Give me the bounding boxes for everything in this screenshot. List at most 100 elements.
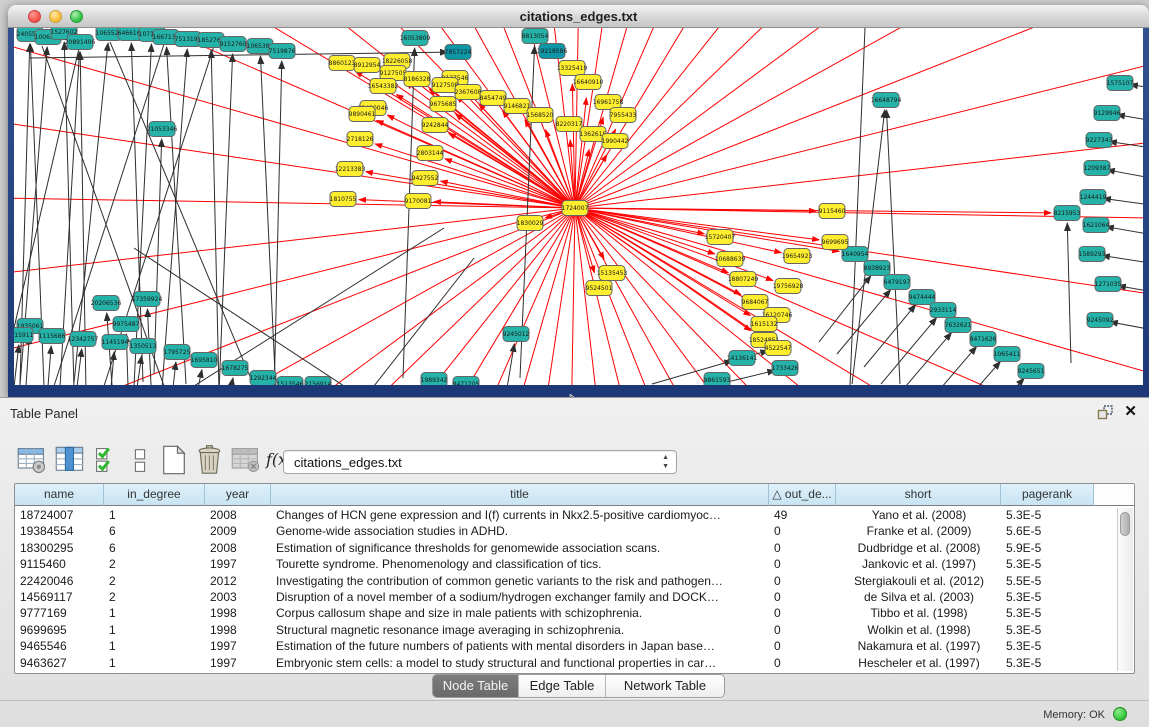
network-node[interactable]: 2803144 xyxy=(417,146,444,161)
network-node[interactable]: 8471626 xyxy=(970,332,997,347)
network-node[interactable]: 12342757 xyxy=(68,332,99,347)
table-row[interactable]: 1830029562008Estimation of significance … xyxy=(15,540,1134,556)
network-node[interactable]: 15135453 xyxy=(597,266,628,281)
network-node[interactable]: 1678275 xyxy=(222,361,249,376)
table-row[interactable]: 1938455462009Genome-wide association stu… xyxy=(15,523,1134,539)
network-node[interactable]: 9129946 xyxy=(1094,106,1121,121)
table-row[interactable]: 1872400712008Changes of HCN gene express… xyxy=(15,507,1134,523)
network-node[interactable]: 1209387 xyxy=(1084,161,1111,176)
network-node[interactable]: 1989342 xyxy=(421,373,448,386)
network-hub-node[interactable]: 1724007 xyxy=(562,201,589,216)
new-column-button[interactable] xyxy=(158,444,190,476)
network-node[interactable]: 16543382 xyxy=(368,79,399,94)
network-node[interactable]: 9242844 xyxy=(422,118,449,133)
network-node[interactable]: 8813054 xyxy=(522,29,549,44)
network-node[interactable]: 1513546 xyxy=(277,377,304,386)
table-row[interactable]: 946362711997Embryonic stem cells: a mode… xyxy=(15,655,1134,671)
network-node[interactable]: 14136141 xyxy=(727,351,758,366)
table-row[interactable]: 911546021997Tourette syndrome. Phenomeno… xyxy=(15,556,1134,572)
network-node[interactable]: 1115686 xyxy=(39,329,66,344)
network-node[interactable]: 13325419 xyxy=(557,61,588,76)
network-node[interactable]: 9152760 xyxy=(220,37,247,52)
network-node[interactable]: 15720407 xyxy=(705,230,736,245)
network-node[interactable]: 1244419 xyxy=(1080,190,1107,205)
tab-edge-table[interactable]: Edge Table xyxy=(519,675,606,697)
table-source-dropdown[interactable]: citations_edges.txt ▲▼ xyxy=(283,450,677,474)
network-node[interactable]: 16640910 xyxy=(573,75,604,90)
network-node[interactable]: 8938923 xyxy=(864,261,891,276)
network-node[interactable]: 1990442 xyxy=(602,134,629,149)
column-header-in-degree[interactable]: in_degree xyxy=(104,484,205,506)
table-row[interactable]: 946554611997Estimation of the future num… xyxy=(15,638,1134,654)
network-node[interactable]: 8912954 xyxy=(354,58,381,73)
network-node[interactable]: 10688639 xyxy=(715,252,746,267)
network-node[interactable]: 9699695 xyxy=(822,235,849,250)
network-node[interactable]: 3915911 xyxy=(14,328,34,343)
network-node[interactable]: 19218586 xyxy=(537,44,568,59)
table-mode-button[interactable] xyxy=(16,444,48,476)
network-node[interactable]: 4522547 xyxy=(765,341,792,356)
network-node[interactable]: 21053346 xyxy=(147,122,178,137)
network-node[interactable]: 1795725 xyxy=(164,345,191,360)
network-node[interactable]: 2933114 xyxy=(930,303,957,318)
network-node[interactable]: 2156914 xyxy=(305,377,332,386)
table-row[interactable]: 977716911998Corpus callosum shape and si… xyxy=(15,605,1134,621)
table-row[interactable]: 2242004622012Investigating the contribut… xyxy=(15,573,1134,589)
network-node[interactable]: 1621064 xyxy=(1083,218,1110,233)
network-node[interactable]: 7519876 xyxy=(269,44,296,59)
network-node[interactable]: 19654923 xyxy=(782,249,813,264)
close-panel-icon[interactable]: ✕ xyxy=(1124,402,1137,420)
network-node[interactable]: 20891406 xyxy=(65,35,96,50)
network-node[interactable]: 8215953 xyxy=(1054,206,1081,221)
table-row[interactable]: 1456911722003Disruption of a novel membe… xyxy=(15,589,1134,605)
network-node[interactable]: 6479197 xyxy=(884,275,911,290)
network-node[interactable]: 1733426 xyxy=(772,361,799,376)
column-header-name[interactable]: name xyxy=(15,484,104,506)
network-node[interactable]: 9245651 xyxy=(1018,364,1045,379)
column-header-out-de-[interactable]: △ out_de... xyxy=(769,484,836,506)
network-node[interactable]: 9861593 xyxy=(704,373,731,386)
network-node[interactable]: 7955433 xyxy=(610,108,637,123)
network-node[interactable]: 9524501 xyxy=(586,281,613,296)
network-node[interactable]: 1065411 xyxy=(994,347,1021,362)
column-header-year[interactable]: year xyxy=(205,484,271,506)
network-node[interactable]: 16648794 xyxy=(871,93,902,108)
network-node[interactable]: 8220317 xyxy=(556,117,583,132)
network-node[interactable]: 1271035 xyxy=(1095,277,1122,292)
column-header-pagerank[interactable]: pagerank xyxy=(1001,484,1094,506)
network-node[interactable]: 7857224 xyxy=(445,45,472,60)
window-titlebar[interactable]: citations_edges.txt xyxy=(8,5,1149,28)
network-node[interactable]: 9245012 xyxy=(503,327,530,342)
network-node[interactable]: 9890461 xyxy=(349,107,376,122)
network-node[interactable]: 12213383 xyxy=(335,162,366,177)
network-node[interactable]: 1695810 xyxy=(191,353,218,368)
network-node[interactable]: 9170081 xyxy=(405,194,432,209)
delete-column-button[interactable] xyxy=(194,444,226,476)
delete-table-button[interactable] xyxy=(230,444,262,476)
network-node[interactable]: 9115460 xyxy=(819,204,846,219)
show-column-button[interactable] xyxy=(54,444,86,476)
table-row[interactable]: 969969511998Structural magnetic resonanc… xyxy=(15,622,1134,638)
network-node[interactable]: 17359924 xyxy=(132,292,163,307)
network-node[interactable]: 18807249 xyxy=(728,272,759,287)
network-node[interactable]: 1350513 xyxy=(130,339,157,354)
network-node[interactable]: 20206536 xyxy=(91,296,122,311)
network-node[interactable]: 9684067 xyxy=(742,295,769,310)
network-node[interactable]: 1830029 xyxy=(517,216,544,231)
column-header-short[interactable]: short xyxy=(836,484,1001,506)
column-header-title[interactable]: title xyxy=(271,484,769,506)
scrollbar-thumb[interactable] xyxy=(1120,512,1130,536)
network-graph[interactable]: 2405572100655315276022089140610655256466… xyxy=(14,28,1143,385)
network-node[interactable]: 2367608 xyxy=(455,85,482,100)
network-node[interactable]: 1568520 xyxy=(527,108,554,123)
tab-node-table[interactable]: Node Table xyxy=(433,675,519,697)
network-node[interactable]: 8186328 xyxy=(404,72,431,87)
vertical-scrollbar[interactable] xyxy=(1117,508,1133,671)
network-node[interactable]: 9427552 xyxy=(412,171,439,186)
network-node[interactable]: 8471205 xyxy=(453,377,480,386)
network-node[interactable]: 9975487 xyxy=(113,317,140,332)
network-node[interactable]: 9474444 xyxy=(909,290,936,305)
network-node[interactable]: 2718126 xyxy=(347,132,374,147)
network-node[interactable]: 8860123 xyxy=(329,56,356,71)
network-node[interactable]: 7632621 xyxy=(945,318,972,333)
